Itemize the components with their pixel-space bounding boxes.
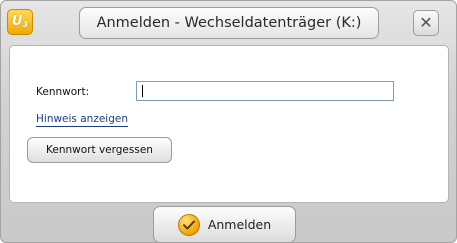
password-input[interactable]: [136, 81, 394, 101]
login-button[interactable]: Anmelden: [153, 206, 296, 243]
close-button[interactable]: ✕: [413, 10, 439, 36]
text-caret: [142, 85, 143, 97]
content-panel: Kennwort: Hinweis anzeigen Kennwort verg…: [9, 45, 449, 203]
checkmark-icon: [177, 213, 200, 236]
dialog-title: Anmelden - Wechseldatenträger (K:): [79, 7, 379, 39]
login-dialog: U3 Anmelden - Wechseldatenträger (K:) ✕ …: [0, 0, 457, 243]
show-hint-link[interactable]: Hinweis anzeigen: [36, 113, 128, 127]
password-label: Kennwort:: [36, 86, 90, 98]
close-icon: ✕: [419, 13, 433, 32]
logo-text: U: [11, 14, 23, 29]
logo-sub: 3: [22, 20, 29, 29]
login-button-label: Anmelden: [207, 217, 272, 232]
u3-logo: U3: [7, 9, 33, 35]
forgot-password-button[interactable]: Kennwort vergessen: [27, 137, 172, 163]
